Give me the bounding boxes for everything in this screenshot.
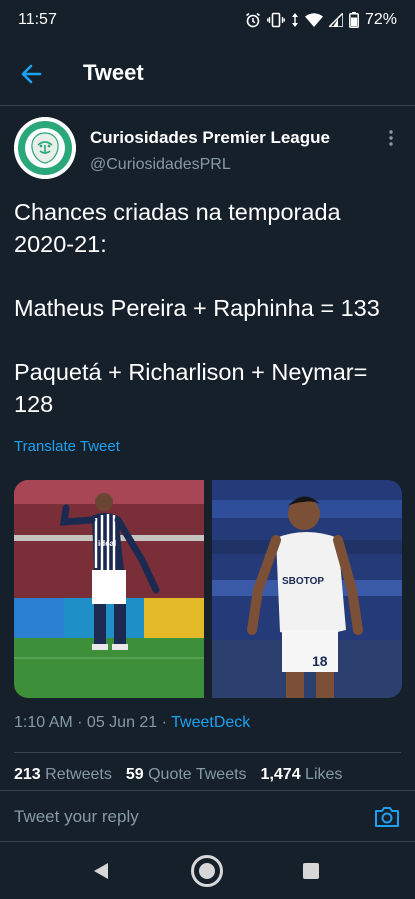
status-icons: 72% <box>245 11 397 29</box>
battery-icon <box>349 12 359 28</box>
avatar[interactable] <box>14 117 76 179</box>
player-photo-image: SBOTOP 18 <box>212 480 402 698</box>
translate-tweet-link[interactable]: Translate Tweet <box>14 438 120 455</box>
battery-percent: 72% <box>364 11 397 28</box>
likes-stat[interactable]: 1,474 Likes <box>261 766 343 784</box>
status-time: 11:57 <box>18 11 57 28</box>
divider <box>14 752 401 753</box>
page-title: Tweet <box>83 60 144 85</box>
likes-count: 1,474 <box>260 766 301 783</box>
more-options-button[interactable] <box>386 128 396 148</box>
quote-tweets-count: 59 <box>125 766 144 783</box>
media-grid: ideal SBOTOP 18 <box>14 480 402 698</box>
nav-back-button[interactable] <box>92 861 110 886</box>
tweet-timestamp: 1:10 AM · 05 Jun 21 · TweetDeck <box>14 714 251 731</box>
status-bar: 11:57 72% <box>0 0 415 40</box>
retweets-count: 213 <box>14 766 41 783</box>
reply-input[interactable] <box>14 805 354 829</box>
reply-bar <box>0 790 415 842</box>
quote-tweets-stat[interactable]: 59 Quote Tweets <box>126 766 247 784</box>
quote-tweets-label: Quote Tweets <box>148 766 247 783</box>
arrow-left-icon <box>21 64 42 84</box>
triangle-back-icon <box>94 863 108 879</box>
tweet-photo-2[interactable]: SBOTOP 18 <box>212 480 402 698</box>
circle-home-icon <box>191 855 223 887</box>
system-nav-bar <box>0 842 415 899</box>
tweet-stats: 213 Retweets 59 Quote Tweets 1,474 Likes <box>14 766 342 784</box>
camera-button[interactable] <box>374 805 400 829</box>
retweets-label: Retweets <box>45 766 112 783</box>
wifi-icon <box>304 13 323 27</box>
tweet-time: 1:10 AM <box>14 714 73 731</box>
tweet-date: 05 Jun 21 <box>86 714 158 731</box>
jersey-sponsor-text: ideal <box>98 539 116 548</box>
likes-label: Likes <box>305 766 343 783</box>
tweet-photo-1[interactable]: ideal <box>14 480 204 698</box>
author-name[interactable]: Curiosidades Premier League <box>90 128 330 148</box>
back-button[interactable] <box>18 60 46 88</box>
data-arrows-icon <box>291 13 298 27</box>
nav-home-button[interactable] <box>190 854 224 893</box>
more-vertical-icon <box>389 130 393 146</box>
player-photo-image: ideal <box>14 480 204 698</box>
jersey-number-text: 18 <box>312 653 328 669</box>
tweet-source-link[interactable]: TweetDeck <box>171 714 250 731</box>
app-header: Tweet <box>0 40 415 106</box>
nav-recents-button[interactable] <box>303 863 319 884</box>
vibrate-icon <box>267 12 285 28</box>
square-recents-icon <box>303 863 319 879</box>
author-handle[interactable]: @CuriosidadesPRL <box>90 156 231 174</box>
lion-logo-icon <box>14 117 76 179</box>
alarm-icon <box>246 12 260 28</box>
camera-icon <box>375 807 399 827</box>
retweets-stat[interactable]: 213 Retweets <box>14 766 112 784</box>
signal-icon <box>328 13 343 27</box>
tweet-text: Chances criadas na temporada 2020-21: Ma… <box>14 199 380 417</box>
jersey-sponsor-text: SBOTOP <box>282 576 324 587</box>
